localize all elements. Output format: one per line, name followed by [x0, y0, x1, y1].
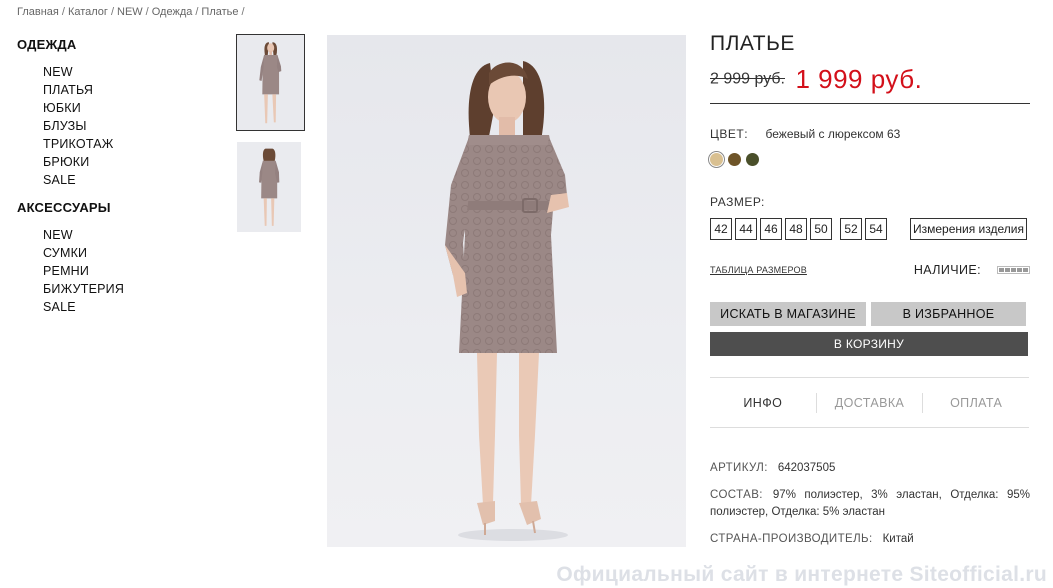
product-info: ПЛАТЬЕ 2 999 руб. 1 999 руб. ЦВЕТ: бежев…: [710, 30, 1030, 558]
sidebar-item-trousers[interactable]: БРЮКИ: [43, 153, 217, 171]
color-label: ЦВЕТ:: [710, 127, 749, 141]
country-value: Китай: [882, 533, 914, 545]
breadcrumb-catalog[interactable]: Каталог: [68, 6, 108, 18]
availability-row: ТАБЛИЦА РАЗМЕРОВ НАЛИЧИЕ:: [710, 262, 1030, 278]
breadcrumb: Главная / Каталог / NEW / Одежда / Платье /: [17, 6, 248, 18]
size-table-link[interactable]: ТАБЛИЦА РАЗМЕРОВ: [710, 265, 807, 275]
size-option-50[interactable]: 50: [810, 218, 832, 240]
color-row: ЦВЕТ: бежевый с люрексом 63: [710, 125, 1030, 143]
availability: НАЛИЧИЕ:: [914, 263, 1030, 277]
category-sidebar: ОДЕЖДА NEW ПЛАТЬЯ ЮБКИ БЛУЗЫ ТРИКОТАЖ БР…: [17, 36, 217, 326]
accessories-list: NEW СУМКИ РЕМНИ БИЖУТЕРИЯ SALE: [43, 226, 217, 316]
article-value: 642037505: [777, 462, 836, 474]
color-swatches: [710, 153, 1030, 166]
site-watermark: Официальный сайт в интернете Siteofficia…: [556, 563, 1047, 586]
tab-delivery[interactable]: ДОСТАВКА: [815, 392, 923, 413]
color-value: бежевый с люрексом 63: [765, 127, 901, 141]
find-in-store-button[interactable]: ИСКАТЬ В МАГАЗИНЕ: [710, 302, 866, 326]
color-swatch-beige[interactable]: [710, 153, 723, 166]
sidebar-item-skirts[interactable]: ЮБКИ: [43, 99, 217, 117]
sidebar-item-knitwear[interactable]: ТРИКОТАЖ: [43, 135, 217, 153]
product-main-image[interactable]: [327, 35, 686, 547]
price-row: 2 999 руб. 1 999 руб.: [710, 64, 1030, 104]
measurements-button[interactable]: Измерения изделия: [910, 218, 1027, 240]
product-thumbnail-front[interactable]: [236, 34, 305, 131]
product-tabs: ИНФО ДОСТАВКА ОПЛАТА: [710, 377, 1029, 428]
article-label: АРТИКУЛ:: [710, 462, 768, 474]
size-option-52[interactable]: 52: [840, 218, 862, 240]
product-thumbnails: [236, 34, 305, 232]
old-price: 2 999 руб.: [710, 70, 785, 88]
sale-price: 1 999 руб.: [795, 64, 923, 94]
spec-country: СТРАНА-ПРОИЗВОДИТЕЛЬ: Китай: [710, 531, 1030, 548]
category-accessories[interactable]: АКСЕССУАРЫ: [17, 199, 217, 217]
product-thumbnail-back[interactable]: [237, 142, 301, 232]
breadcrumb-home[interactable]: Главная: [17, 6, 59, 18]
sidebar-item-accessories-new[interactable]: NEW: [43, 226, 217, 244]
product-title: ПЛАТЬЕ: [710, 32, 795, 55]
size-option-42[interactable]: 42: [710, 218, 732, 240]
category-clothing[interactable]: ОДЕЖДА: [17, 36, 217, 54]
size-selector: 42 44 46 48 50 52 54 Измерения изделия: [710, 218, 1030, 240]
sidebar-item-belts[interactable]: РЕМНИ: [43, 262, 217, 280]
breadcrumb-separator: /: [241, 6, 245, 18]
clothing-list: NEW ПЛАТЬЯ ЮБКИ БЛУЗЫ ТРИКОТАЖ БРЮКИ SAL…: [43, 63, 217, 189]
product-specs: АРТИКУЛ: 642037505 СОСТАВ: 97% полиэстер, …: [710, 460, 1030, 548]
country-label: СТРАНА-ПРОИЗВОДИТЕЛЬ:: [710, 533, 873, 545]
availability-indicator: [997, 266, 1030, 274]
sidebar-item-jewelry[interactable]: БИЖУТЕРИЯ: [43, 280, 217, 298]
dress-model-photo: [445, 61, 569, 541]
breadcrumb-separator: /: [61, 6, 65, 18]
size-option-54[interactable]: 54: [865, 218, 887, 240]
size-option-48[interactable]: 48: [785, 218, 807, 240]
sidebar-item-clothing-sale[interactable]: SALE: [43, 171, 217, 189]
sidebar-item-clothing-new[interactable]: NEW: [43, 63, 217, 81]
color-swatch-brown[interactable]: [728, 153, 741, 166]
breadcrumb-clothing[interactable]: Одежда: [152, 6, 193, 18]
composition-label: СОСТАВ:: [710, 489, 763, 501]
action-buttons: ИСКАТЬ В МАГАЗИНЕ В ИЗБРАННОЕ: [710, 302, 1030, 326]
size-option-44[interactable]: 44: [735, 218, 757, 240]
size-option-46[interactable]: 46: [760, 218, 782, 240]
spec-article: АРТИКУЛ: 642037505: [710, 460, 1030, 477]
breadcrumb-new[interactable]: NEW: [117, 6, 143, 18]
breadcrumb-separator: /: [145, 6, 149, 18]
sidebar-item-bags[interactable]: СУМКИ: [43, 244, 217, 262]
breadcrumb-separator: /: [195, 6, 199, 18]
color-swatch-olive[interactable]: [746, 153, 759, 166]
sidebar-item-blouses[interactable]: БЛУЗЫ: [43, 117, 217, 135]
sidebar-item-accessories-sale[interactable]: SALE: [43, 298, 217, 316]
spec-composition: СОСТАВ: 97% полиэстер, 3% эластан, Отделк…: [710, 487, 1030, 521]
breadcrumb-dress[interactable]: Платье: [201, 6, 238, 18]
tab-payment[interactable]: ОПЛАТА: [922, 392, 1029, 413]
size-label: РАЗМЕР:: [710, 195, 765, 209]
breadcrumb-separator: /: [110, 6, 114, 18]
availability-label: НАЛИЧИЕ:: [913, 263, 981, 277]
add-to-cart-button[interactable]: В КОРЗИНУ: [710, 332, 1028, 356]
sidebar-item-dresses[interactable]: ПЛАТЬЯ: [43, 81, 217, 99]
add-to-favorites-button[interactable]: В ИЗБРАННОЕ: [871, 302, 1026, 326]
tab-info[interactable]: ИНФО: [710, 393, 816, 413]
